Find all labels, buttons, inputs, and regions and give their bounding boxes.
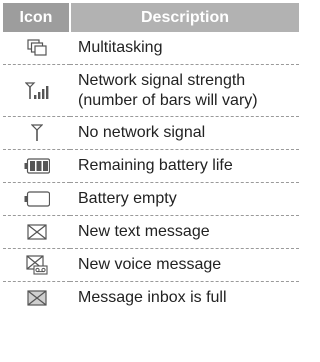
row-description: Battery empty <box>70 182 299 216</box>
battery-empty-icon <box>24 191 50 207</box>
battery-full-icon <box>24 158 50 174</box>
new-text-message-icon <box>26 224 47 240</box>
row-description: No network signal <box>70 116 299 150</box>
header-description: Description <box>70 3 299 32</box>
row-description: Message inbox is full <box>78 289 227 306</box>
table-row: No network signal <box>3 116 299 150</box>
table-row: Multitasking <box>3 32 299 65</box>
header-icon: Icon <box>3 3 71 32</box>
table-row: New text message <box>3 215 299 249</box>
new-voice-message-icon <box>25 255 48 275</box>
multitasking-icon <box>26 39 47 56</box>
network-signal-strength-icon <box>24 81 48 99</box>
icon-description-table: Icon Description Multitasking Network si… <box>3 3 299 314</box>
row-description-line1: Network signal strength <box>78 71 246 89</box>
table-row: New voice message <box>3 248 299 282</box>
table-header-row: Icon Description <box>3 3 299 32</box>
table-row: Remaining battery life <box>3 149 299 183</box>
no-network-signal-icon <box>30 124 43 141</box>
row-description: Multitasking <box>70 32 299 65</box>
row-description: Remaining battery life <box>70 149 299 183</box>
row-description: New voice message <box>70 248 299 282</box>
table-row: Battery empty <box>3 182 299 216</box>
table-row: Message inbox is full <box>3 282 299 315</box>
row-description-line2: (number of bars will vary) <box>78 91 258 109</box>
row-description: New text message <box>70 215 299 249</box>
table-row: Network signal strength (number of bars … <box>3 64 299 117</box>
inbox-full-icon <box>26 290 47 306</box>
